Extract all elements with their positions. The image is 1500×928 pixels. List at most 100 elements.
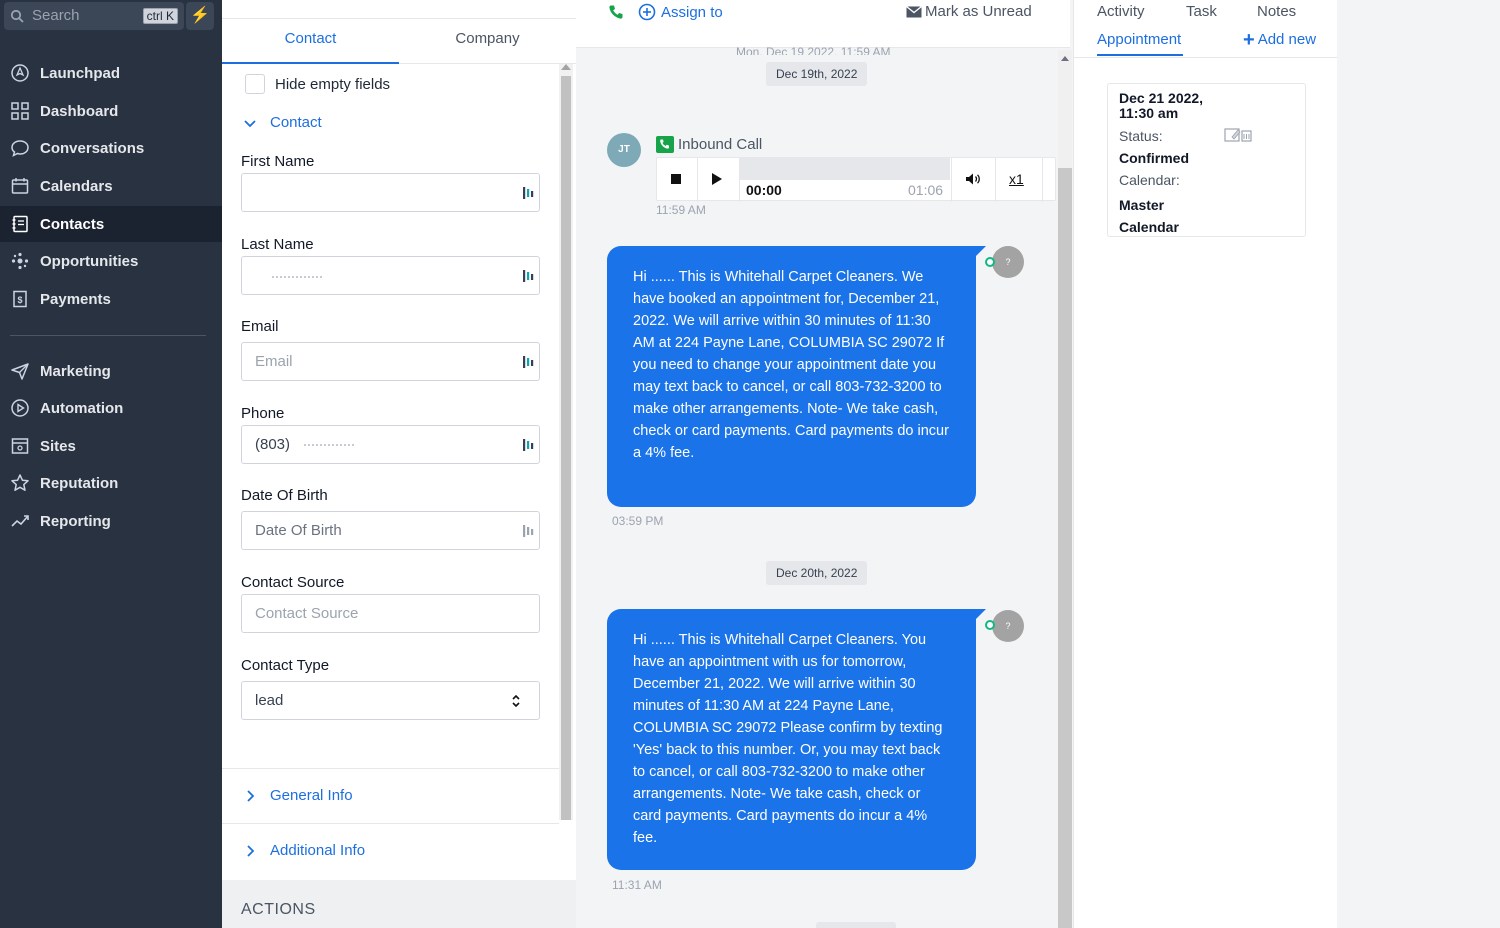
section-additional-info-toggle[interactable]: Additional Info bbox=[242, 842, 365, 859]
tab-notes[interactable]: Notes bbox=[1257, 3, 1296, 20]
custom-field-icon[interactable] bbox=[522, 438, 534, 452]
mark-as-unread-label: Mark as Unread bbox=[925, 3, 1032, 20]
contact-type-select[interactable]: lead bbox=[241, 681, 540, 720]
launchpad-icon bbox=[11, 64, 29, 82]
add-new-label: Add new bbox=[1257, 31, 1317, 48]
playback-speed-button[interactable]: x1 bbox=[1009, 171, 1024, 187]
outbound-message: Hi ...... This is Whitehall Carpet Clean… bbox=[607, 609, 976, 870]
trend-chart-icon bbox=[11, 515, 29, 527]
date-header-cut: Mon, Dec 19 2022, 11:59 AM bbox=[736, 45, 891, 55]
avatar[interactable]: JT bbox=[607, 133, 641, 167]
sidebar-item-opportunities[interactable]: Opportunities bbox=[0, 243, 222, 279]
custom-field-icon[interactable] bbox=[522, 186, 534, 200]
tab-appointment[interactable]: Appointment bbox=[1097, 31, 1181, 48]
scroll-up-arrow-icon[interactable] bbox=[1061, 56, 1069, 61]
first-name-field[interactable] bbox=[241, 173, 540, 212]
sidebar-item-sites[interactable]: Sites bbox=[0, 428, 222, 464]
sidebar-item-dashboard[interactable]: Dashboard bbox=[0, 93, 222, 129]
edit-icon[interactable] bbox=[1224, 127, 1252, 143]
scrollbar-thumb[interactable] bbox=[1058, 168, 1072, 928]
sms-channel-icon bbox=[985, 620, 995, 630]
contact-panel-scrollbar[interactable] bbox=[559, 64, 573, 820]
inbound-call-icon bbox=[656, 136, 674, 153]
dob-field[interactable]: Date Of Birth bbox=[241, 511, 540, 550]
sidebar-item-calendars[interactable]: Calendars bbox=[0, 168, 222, 204]
hide-empty-fields-checkbox[interactable] bbox=[245, 74, 265, 94]
audio-duration: 01:06 bbox=[908, 182, 944, 198]
custom-field-icon[interactable] bbox=[522, 269, 534, 283]
email-label: Email bbox=[241, 318, 279, 335]
send-plane-icon bbox=[11, 363, 29, 380]
section-contact-label: Contact bbox=[270, 114, 322, 131]
appointment-card[interactable]: Dec 21 2022, 11:30 am Status: Confirmed … bbox=[1107, 83, 1306, 237]
sidebar-item-contacts[interactable]: Contacts bbox=[0, 206, 222, 242]
sites-icon bbox=[11, 438, 29, 454]
custom-field-icon[interactable] bbox=[522, 355, 534, 369]
contacts-book-icon bbox=[12, 215, 28, 233]
avatar[interactable]: ? bbox=[992, 610, 1024, 642]
player-divider bbox=[995, 158, 996, 202]
search-box[interactable]: Search ctrl K bbox=[4, 2, 184, 30]
dashboard-icon bbox=[11, 102, 29, 120]
sms-channel-icon bbox=[985, 257, 995, 267]
audio-progress-track[interactable] bbox=[740, 158, 950, 180]
message-timestamp: 03:59 PM bbox=[612, 514, 664, 528]
section-divider bbox=[222, 823, 559, 824]
scrollbar-thumb[interactable] bbox=[561, 76, 571, 820]
sidebar-item-label: Reputation bbox=[40, 474, 119, 492]
payments-invoice-icon: $ bbox=[13, 290, 27, 308]
stop-icon[interactable] bbox=[671, 174, 681, 184]
avatar[interactable]: ? bbox=[992, 246, 1024, 278]
add-new-button[interactable]: + Add new bbox=[1243, 28, 1317, 51]
plus-circle-icon bbox=[638, 3, 656, 21]
sidebar-item-conversations[interactable]: Conversations bbox=[0, 130, 222, 166]
opportunities-icon bbox=[11, 252, 29, 270]
sidebar-item-launchpad[interactable]: Launchpad bbox=[0, 55, 222, 91]
plus-icon: + bbox=[1243, 28, 1255, 51]
mark-as-unread-button[interactable]: Mark as Unread bbox=[906, 3, 1032, 20]
sidebar-item-label: Payments bbox=[40, 290, 111, 308]
sidebar-item-reputation[interactable]: Reputation bbox=[0, 465, 222, 501]
chat-bubble-icon bbox=[11, 140, 29, 157]
volume-icon[interactable] bbox=[965, 172, 981, 186]
chevron-right-icon bbox=[247, 844, 255, 857]
player-divider bbox=[697, 158, 698, 202]
custom-field-icon[interactable] bbox=[522, 524, 534, 538]
sidebar-item-marketing[interactable]: Marketing bbox=[0, 353, 222, 389]
actions-section: ACTIONS bbox=[222, 880, 576, 928]
tab-contact[interactable]: Contact bbox=[222, 19, 399, 64]
player-divider bbox=[1042, 158, 1043, 202]
sidebar-divider bbox=[10, 335, 206, 336]
section-contact-toggle[interactable]: Contact bbox=[242, 114, 322, 131]
appointment-datetime: Dec 21 2022, 11:30 am bbox=[1119, 90, 1204, 121]
sidebar-item-reporting[interactable]: Reporting bbox=[0, 503, 222, 539]
last-name-label: Last Name bbox=[241, 236, 314, 253]
phone-call-icon[interactable] bbox=[608, 4, 624, 20]
phone-field[interactable]: (803) bbox=[241, 425, 540, 464]
tab-company[interactable]: Company bbox=[399, 19, 576, 64]
sidebar-item-payments[interactable]: $ Payments bbox=[0, 281, 222, 317]
message-timestamp: 11:59 AM bbox=[656, 203, 706, 217]
email-placeholder: Email bbox=[255, 353, 293, 370]
chevron-right-icon bbox=[247, 789, 255, 802]
select-updown-icon bbox=[512, 694, 520, 708]
sidebar-item-automation[interactable]: Automation bbox=[0, 390, 222, 426]
player-divider bbox=[951, 158, 952, 202]
background-area bbox=[1337, 0, 1500, 928]
actions-heading: ACTIONS bbox=[241, 901, 316, 918]
tab-activity[interactable]: Activity bbox=[1097, 3, 1145, 20]
email-field[interactable]: Email bbox=[241, 342, 540, 381]
section-general-info-toggle[interactable]: General Info bbox=[242, 787, 353, 804]
tab-task[interactable]: Task bbox=[1186, 3, 1217, 20]
dob-placeholder: Date Of Birth bbox=[255, 522, 342, 539]
quick-action-bolt-icon[interactable]: ⚡ bbox=[186, 2, 214, 30]
conversation-scrollbar[interactable] bbox=[1058, 50, 1072, 928]
conversation-panel: Assign to Mark as Unread Mon, Dec 19 202… bbox=[576, 0, 1072, 928]
status-label: Status: bbox=[1119, 128, 1163, 144]
scroll-up-arrow-icon[interactable] bbox=[561, 64, 571, 70]
date-separator: Dec 19th, 2022 bbox=[766, 62, 868, 86]
assign-to-button[interactable]: Assign to bbox=[638, 3, 723, 21]
last-name-field[interactable] bbox=[241, 256, 540, 295]
play-icon[interactable] bbox=[712, 173, 722, 185]
contact-source-field[interactable]: Contact Source bbox=[241, 594, 540, 633]
